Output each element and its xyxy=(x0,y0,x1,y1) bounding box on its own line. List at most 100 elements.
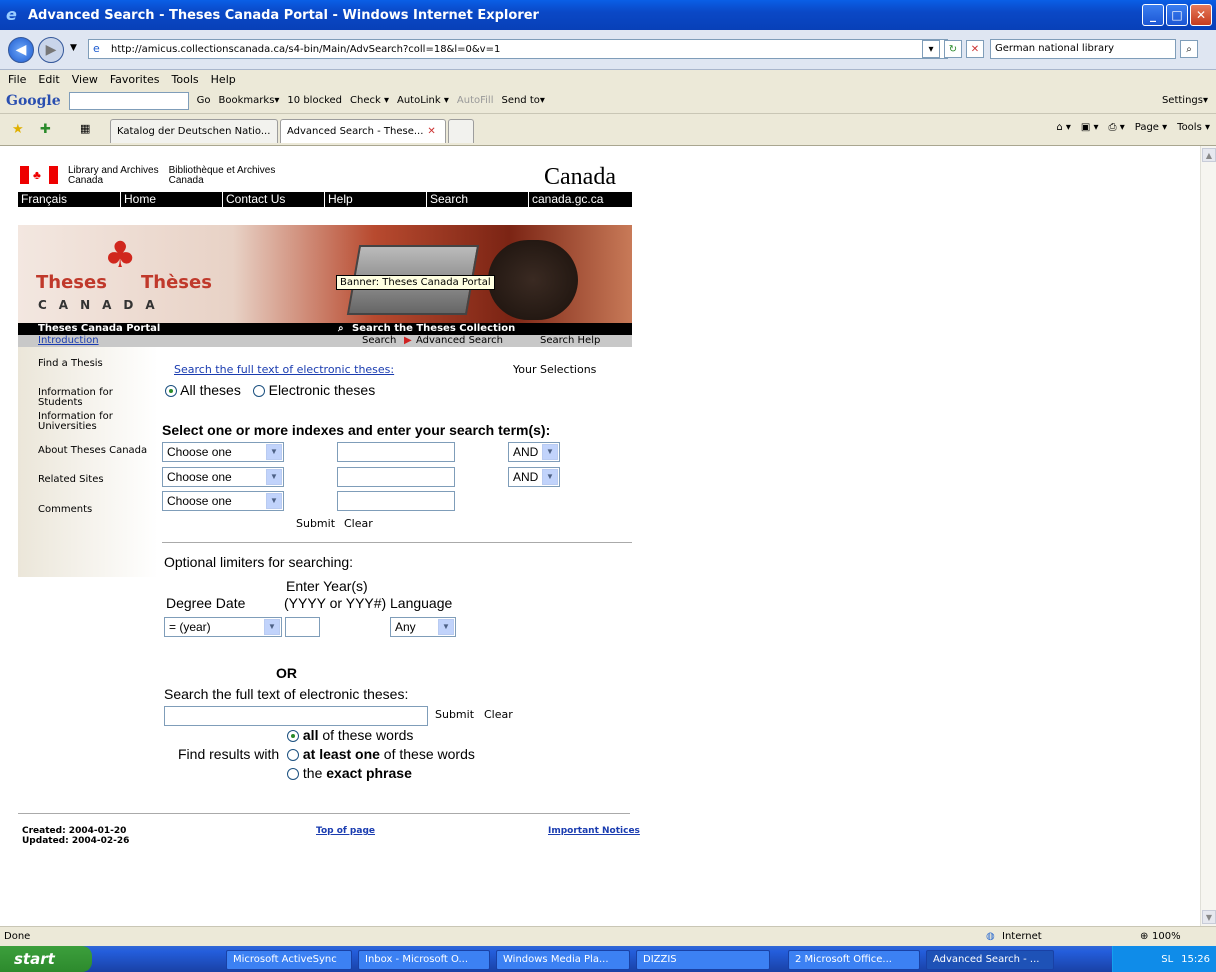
taskbar-inbox[interactable]: Inbox - Microsoft O... xyxy=(358,950,490,970)
leftnav-related[interactable]: Related Sites xyxy=(38,475,104,485)
portal-bar: Theses Canada Portal ⌕ Search the Theses… xyxy=(18,323,632,335)
google-logo[interactable]: Google xyxy=(6,93,61,109)
leftnav-about[interactable]: About Theses Canada xyxy=(38,446,147,456)
menu-help[interactable]: Help xyxy=(211,73,236,86)
close-tab-icon[interactable]: ✕ xyxy=(427,126,435,137)
limiters-label: Optional limiters for searching: xyxy=(164,554,354,570)
menu-favorites[interactable]: Favorites xyxy=(110,73,160,86)
menu-file[interactable]: File xyxy=(8,73,26,86)
home-icon[interactable]: ⌂ ▾ xyxy=(1056,122,1071,133)
menu-tools[interactable]: Tools xyxy=(172,73,199,86)
degree-date-select[interactable]: = (year) ▼ xyxy=(164,617,282,637)
radio-all-words[interactable] xyxy=(287,730,299,743)
fulltext-input[interactable] xyxy=(164,706,428,726)
new-tab-button[interactable] xyxy=(448,119,474,143)
leftnav-comments[interactable]: Comments xyxy=(38,505,92,515)
boolean-select-2[interactable]: AND ▼ xyxy=(508,467,560,487)
live-search-input[interactable]: German national library xyxy=(990,39,1176,59)
boolean-select-1[interactable]: AND ▼ xyxy=(508,442,560,462)
subnav-search[interactable]: Search xyxy=(362,335,396,347)
back-button[interactable]: ◀ xyxy=(8,37,34,63)
tab-katalog[interactable]: Katalog der Deutschen Natio... xyxy=(110,119,278,143)
fulltext-search-link[interactable]: Search the full text of electronic these… xyxy=(174,363,394,376)
top-of-page-link[interactable]: Top of page xyxy=(316,826,375,836)
clear-button[interactable]: Clear xyxy=(344,517,373,530)
print-icon[interactable]: ⎙ ▾ xyxy=(1109,122,1125,133)
scroll-down-icon[interactable]: ▼ xyxy=(1202,910,1216,924)
zoom-level[interactable]: 100% xyxy=(1152,927,1181,946)
spellcheck-button[interactable]: Check ▾ xyxy=(350,95,389,106)
stop-icon[interactable]: ✕ xyxy=(966,40,984,58)
scroll-up-icon[interactable]: ▲ xyxy=(1202,148,1216,162)
subnav-advanced-search[interactable]: Advanced Search xyxy=(416,335,503,347)
zoom-icon[interactable]: ⊕ xyxy=(1140,927,1148,946)
taskbar-advanced-search[interactable]: Advanced Search - ... xyxy=(926,950,1054,970)
google-search-input[interactable] xyxy=(68,91,189,110)
radio-all-theses[interactable] xyxy=(165,385,177,398)
tab-bar: ★ ✚ ▦ Katalog der Deutschen Natio... Adv… xyxy=(0,114,1216,146)
taskbar-item-label: DIZZIS xyxy=(643,954,677,965)
minimize-button[interactable]: _ xyxy=(1142,4,1164,26)
nav-help[interactable]: Help xyxy=(324,192,426,207)
autolink-button[interactable]: AutoLink ▾ xyxy=(397,95,449,106)
menu-view[interactable]: View xyxy=(72,73,98,86)
language-select[interactable]: Any ▼ xyxy=(390,617,456,637)
address-dropdown-icon[interactable]: ▾ xyxy=(922,40,940,58)
language-indicator[interactable]: SL xyxy=(1161,954,1173,965)
leftnav-students[interactable]: Information for Students xyxy=(38,388,158,408)
popup-blocked-button[interactable]: 10 blocked xyxy=(287,95,342,106)
page-menu-button[interactable]: Page ▾ xyxy=(1135,122,1167,133)
taskbar-dizzis[interactable]: DIZZIS xyxy=(636,950,770,970)
fulltext-clear-button[interactable]: Clear xyxy=(484,708,513,721)
tab-advanced-search[interactable]: Advanced Search - These... ✕ xyxy=(280,119,446,143)
index-select-2[interactable]: Choose one ▼ xyxy=(162,467,284,487)
subnav-introduction[interactable]: Introduction xyxy=(38,335,99,347)
vertical-scrollbar[interactable]: ▲ ▼ xyxy=(1200,146,1216,926)
banner-person-image xyxy=(488,240,578,320)
radio-one-word[interactable] xyxy=(287,749,299,762)
search-term-input-3[interactable] xyxy=(337,491,455,511)
nav-canada-gc[interactable]: canada.gc.ca xyxy=(528,192,632,207)
search-term-input-2[interactable] xyxy=(337,467,455,487)
menu-edit[interactable]: Edit xyxy=(38,73,59,86)
taskbar-activesync[interactable]: Microsoft ActiveSync xyxy=(226,950,352,970)
sendto-button[interactable]: Send to▾ xyxy=(501,95,544,106)
forward-button[interactable]: ▶ xyxy=(38,37,64,63)
index-select-1[interactable]: Choose one ▼ xyxy=(162,442,284,462)
leftnav-find-thesis[interactable]: Find a Thesis xyxy=(38,359,103,369)
fulltext-submit-button[interactable]: Submit xyxy=(435,708,474,721)
refresh-icon[interactable]: ↻ xyxy=(944,40,962,58)
leftnav-universities-2[interactable]: Universities xyxy=(38,422,97,432)
search-icon[interactable]: ⌕ xyxy=(1180,40,1198,58)
nav-home[interactable]: Home xyxy=(120,192,222,207)
radio-exact-phrase[interactable] xyxy=(287,768,299,781)
address-field[interactable]: e http://amicus.collectionscanada.ca/s4-… xyxy=(88,39,948,59)
important-notices-link[interactable]: Important Notices xyxy=(548,826,640,836)
submit-button[interactable]: Submit xyxy=(296,517,335,530)
bookmarks-button[interactable]: Bookmarks▾ xyxy=(219,95,280,106)
history-dropdown-icon[interactable]: ▼ xyxy=(70,43,77,53)
year-input[interactable] xyxy=(285,617,320,637)
taskbar-media-player[interactable]: Windows Media Pla... xyxy=(496,950,630,970)
google-go-button[interactable]: Go xyxy=(197,95,211,106)
radio-electronic-theses[interactable] xyxy=(252,385,265,398)
close-button[interactable]: ✕ xyxy=(1190,4,1212,26)
nav-francais[interactable]: Français xyxy=(18,192,120,207)
nav-contact[interactable]: Contact Us xyxy=(222,192,324,207)
feeds-icon[interactable]: ▣ ▾ xyxy=(1081,122,1099,133)
current-page-arrow-icon: ▶ xyxy=(404,335,412,346)
settings-button[interactable]: Settings▾ xyxy=(1162,95,1208,106)
tools-menu-button[interactable]: Tools ▾ xyxy=(1177,122,1210,133)
subnav-search-help[interactable]: Search Help xyxy=(540,335,600,347)
taskbar-office[interactable]: 2 Microsoft Office... xyxy=(788,950,920,970)
quick-tabs-icon[interactable]: ▦ xyxy=(80,122,90,135)
nav-search[interactable]: Search xyxy=(426,192,528,207)
boolean-select-1-value: AND xyxy=(513,445,539,459)
maximize-button[interactable]: □ xyxy=(1166,4,1188,26)
search-term-input-1[interactable] xyxy=(337,442,455,462)
start-button[interactable]: start xyxy=(0,946,92,972)
add-favorite-icon[interactable]: ✚ xyxy=(40,122,51,137)
index-select-3[interactable]: Choose one ▼ xyxy=(162,491,284,511)
favorites-star-icon[interactable]: ★ xyxy=(12,122,24,137)
autofill-button[interactable]: AutoFill xyxy=(457,95,494,106)
